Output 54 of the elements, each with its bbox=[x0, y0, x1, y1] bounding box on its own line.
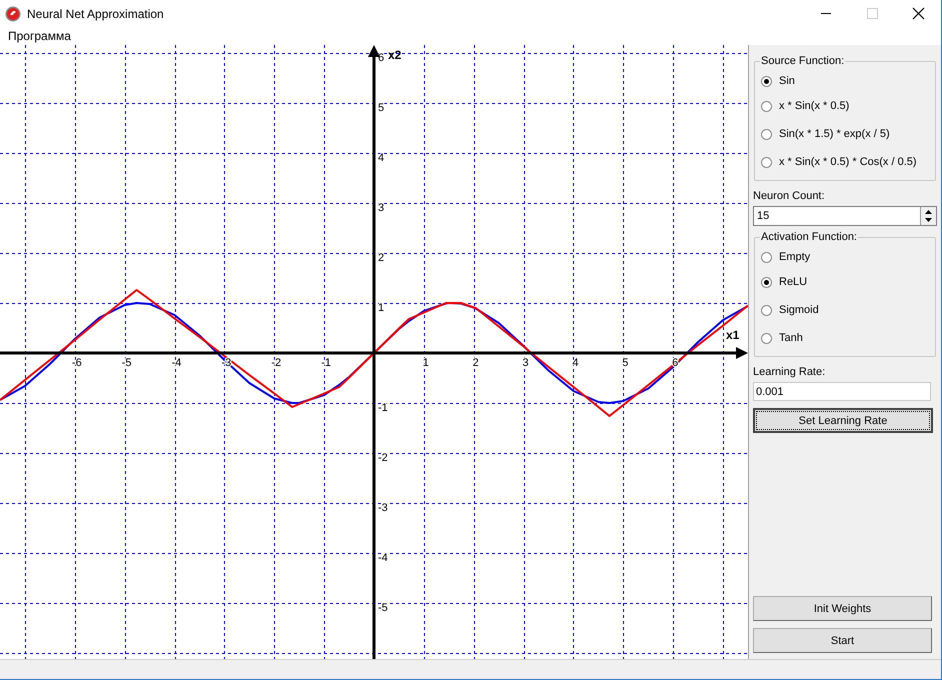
window-title: Neural Net Approximation bbox=[27, 6, 164, 20]
tick-label: 2 bbox=[472, 357, 479, 369]
radio-button[interactable] bbox=[761, 252, 772, 262]
tick-label: -4 bbox=[378, 552, 388, 564]
radio-label[interactable]: Tanh bbox=[779, 332, 803, 344]
tick-label: -5 bbox=[122, 357, 132, 369]
radio-button[interactable] bbox=[761, 276, 772, 288]
radio-button[interactable] bbox=[761, 156, 772, 168]
radio-label[interactable]: ReLU bbox=[779, 276, 808, 288]
radio-button[interactable] bbox=[761, 76, 772, 86]
radio-button[interactable] bbox=[761, 100, 772, 112]
down-arrow-icon[interactable] bbox=[922, 216, 935, 224]
group-title: Activation Function: bbox=[760, 231, 858, 243]
tick-label: 3 bbox=[378, 202, 384, 214]
tick-label: 1 bbox=[422, 357, 429, 369]
radio-label[interactable]: Sin bbox=[779, 75, 795, 87]
tick-label: 3 bbox=[522, 357, 529, 369]
tick-label: 4 bbox=[378, 152, 384, 164]
tick-label: -1 bbox=[378, 402, 388, 414]
radio-button[interactable] bbox=[761, 332, 772, 344]
app-icon bbox=[5, 6, 21, 22]
tick-label: 1 bbox=[378, 302, 384, 314]
radio-label[interactable]: Empty bbox=[779, 251, 810, 263]
radio-button[interactable] bbox=[761, 128, 772, 140]
tick-label: 5 bbox=[622, 357, 628, 369]
button[interactable]: Set Learning Rate bbox=[753, 408, 933, 433]
radio-label[interactable]: x * Sin(x * 0.5) * Cos(x / 0.5) bbox=[779, 156, 917, 168]
tick-label: -2 bbox=[378, 452, 388, 464]
tick-label: -1 bbox=[321, 357, 332, 369]
radio-label[interactable]: Sin(x * 1.5) * exp(x / 5) bbox=[779, 128, 890, 140]
field-label: Neuron Count: bbox=[753, 190, 826, 202]
up-arrow-icon[interactable] bbox=[922, 208, 935, 216]
radio-label[interactable]: x * Sin(x * 0.5) bbox=[779, 100, 850, 112]
tick-label: -3 bbox=[378, 502, 388, 514]
button[interactable]: Init Weights bbox=[753, 596, 932, 621]
field-label: Learning Rate: bbox=[753, 366, 826, 378]
menu-item[interactable]: Программа bbox=[2, 29, 77, 43]
button[interactable]: Start bbox=[753, 628, 932, 653]
tick-label: -6 bbox=[72, 357, 82, 369]
tick-label: -5 bbox=[378, 602, 388, 614]
group-title: Source Function: bbox=[760, 55, 846, 67]
axis-label: x2 bbox=[388, 48, 402, 62]
tick-label: 2 bbox=[378, 252, 384, 264]
tick-label: 6 bbox=[672, 357, 678, 369]
input-field[interactable]: 0.001 bbox=[753, 382, 931, 401]
spin-buttons[interactable] bbox=[920, 207, 936, 225]
axis-label: x1 bbox=[726, 328, 740, 342]
tick-label: -2 bbox=[271, 357, 282, 369]
tick-label: 4 bbox=[572, 357, 579, 369]
tick-label: -4 bbox=[172, 357, 182, 369]
spin-box[interactable]: 15 bbox=[753, 206, 937, 226]
tick-label: 5 bbox=[378, 102, 384, 114]
radio-label[interactable]: Sigmoid bbox=[779, 304, 819, 316]
radio-button[interactable] bbox=[761, 304, 772, 316]
